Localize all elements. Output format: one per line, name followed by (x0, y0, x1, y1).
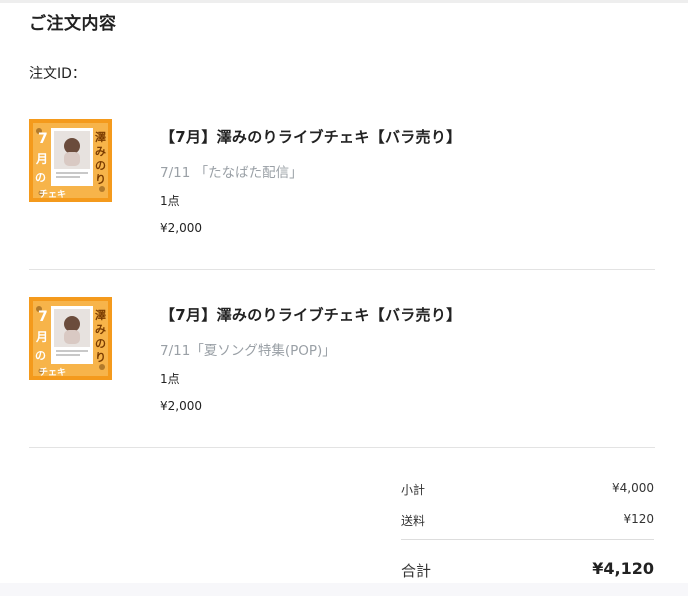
svg-text:み: み (95, 145, 106, 158)
svg-text:7: 7 (38, 131, 48, 147)
item-variant: 7/11「夏ソング特集(POP)」 (160, 343, 336, 359)
item-title[interactable]: 【7月】澤みのりライブチェキ【バラ売り】 (160, 304, 461, 325)
item-price: ¥2,000 (160, 221, 202, 235)
svg-text:澤: 澤 (95, 308, 106, 322)
total-label: 合計 (401, 562, 432, 580)
order-id-label: 注文ID： (29, 66, 86, 82)
product-thumbnail[interactable]: 7 月 の 澤 み の り チェキ (29, 119, 112, 202)
svg-text:の: の (35, 349, 46, 362)
svg-text:の: の (35, 171, 46, 184)
svg-text:の: の (95, 159, 106, 172)
item-price: ¥2,000 (160, 399, 202, 413)
subtotal-value: ¥4,000 (612, 481, 654, 495)
product-thumbnail[interactable]: 7 月 の 澤 み の り チェキ (29, 297, 112, 380)
svg-text:り: り (95, 173, 106, 186)
item-variant: 7/11 「たなばた配信」 (160, 165, 303, 181)
svg-text:り: り (95, 351, 106, 364)
item-title[interactable]: 【7月】澤みのりライブチェキ【バラ売り】 (160, 126, 461, 147)
page-title: ご注文内容 (29, 14, 117, 34)
svg-text:の: の (95, 337, 106, 350)
cheki-photo-image: 7 月 の 澤 み の り チェキ (29, 119, 112, 202)
item-divider (29, 269, 655, 270)
total-value: ¥4,120 (592, 559, 654, 578)
svg-text:7: 7 (38, 309, 48, 325)
shipping-value: ¥120 (623, 512, 654, 526)
item-divider (29, 447, 655, 448)
summary-divider (401, 539, 654, 540)
item-quantity: 1点 (160, 372, 180, 386)
page-bottom-band (0, 583, 688, 596)
item-quantity: 1点 (160, 194, 180, 208)
svg-text:み: み (95, 323, 106, 336)
svg-text:澤: 澤 (95, 130, 106, 144)
cheki-photo-image: 7 月 の 澤 み の り チェキ (29, 297, 112, 380)
svg-text:チェキ: チェキ (39, 189, 66, 200)
svg-text:チェキ: チェキ (39, 367, 66, 378)
svg-text:月: 月 (35, 152, 48, 166)
svg-text:月: 月 (35, 330, 48, 344)
subtotal-label: 小計 (401, 483, 426, 497)
shipping-label: 送料 (401, 514, 426, 528)
top-border (0, 0, 688, 3)
